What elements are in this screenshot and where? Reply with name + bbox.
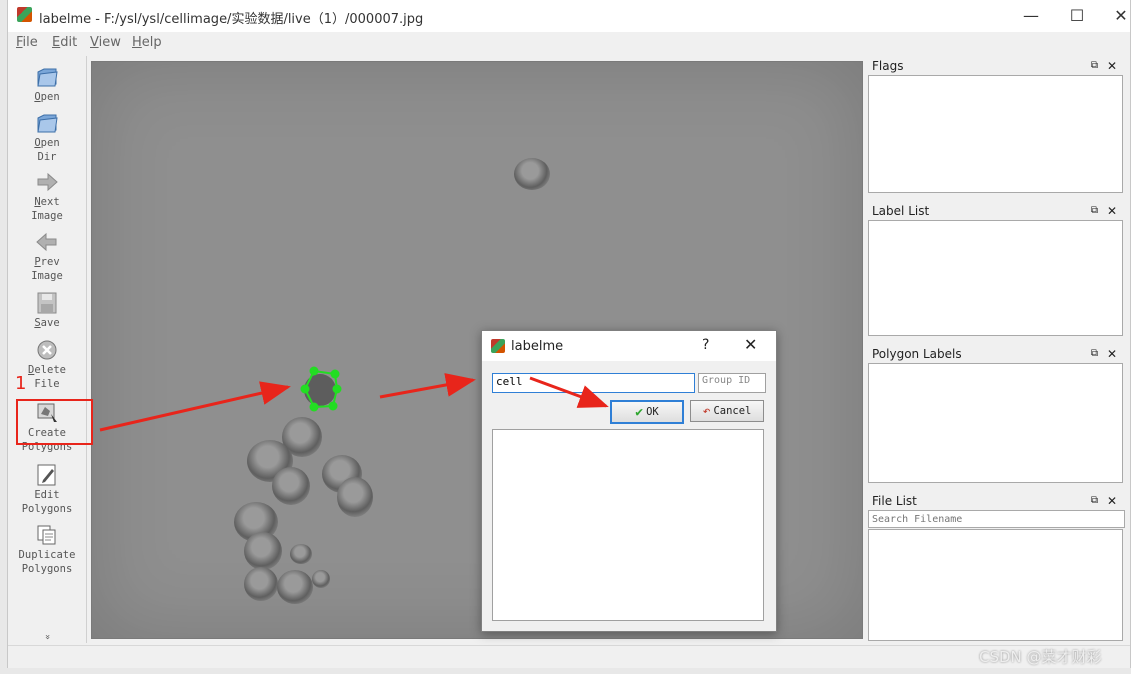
window-title: labelme - F:/ysl/ysl/cellimage/实验数据/live… [39,12,424,27]
file-list-dock: File List ⧉ ✕ [868,492,1125,644]
float-icon[interactable]: ⧉ [1091,345,1098,363]
polygon-vertex[interactable] [332,384,342,394]
polygon-labels-dock: Polygon Labels ⧉ ✕ [868,345,1123,485]
flags-label: Flags [872,59,904,73]
dialog-close-button[interactable]: ✕ [744,335,757,354]
prev-image-button[interactable]: Prev Image [8,231,86,283]
cancel-label: Cancel [713,405,752,417]
open-button[interactable]: Open [8,66,86,104]
close-button[interactable]: ✕ [1098,0,1131,30]
minimize-button[interactable]: — [1008,0,1054,30]
watermark: CSDN @菜才财彩 [979,648,1102,666]
dialog-title-bar: labelme ? ✕ [482,331,776,361]
status-bar [8,645,1130,668]
help-button[interactable]: ? [702,337,709,353]
polygon-labels-list[interactable] [868,363,1123,483]
file-list-label: File List [872,494,917,508]
duplicate-polygons-button[interactable]: Duplicate Polygons [8,524,86,576]
title-bar: labelme - F:/ysl/ysl/cellimage/实验数据/live… [8,0,1130,32]
menu-view[interactable]: View [90,35,121,50]
duplicate-polygons-label: Duplicate Polygons [18,549,76,575]
flags-list[interactable] [868,75,1123,193]
folder-open-icon [37,68,58,87]
edit-icon [37,464,56,486]
menu-file[interactable]: File [16,35,38,50]
menu-help[interactable]: Help [132,35,162,50]
left-toolbar: Open Open Dir Next Image Prev Image Save… [8,56,87,643]
close-icon[interactable]: ✕ [1107,345,1117,363]
next-image-button[interactable]: Next Image [8,171,86,223]
polygon-vertex[interactable] [309,366,319,376]
flags-title: Flags ⧉ ✕ [868,57,1123,75]
labelme-app-icon [17,7,32,22]
menu-bar: File Edit View Help [8,32,1130,54]
file-list-title: File List ⧉ ✕ [868,492,1123,510]
close-icon[interactable]: ✕ [1107,57,1117,75]
maximize-button[interactable]: ☐ [1054,0,1100,30]
check-icon: ✔ [635,404,644,420]
open-dir-button[interactable]: Open Dir [8,112,86,164]
polygon-vertex[interactable] [300,384,310,394]
label-list[interactable] [868,220,1123,336]
copy-icon [37,525,56,545]
cancel-button[interactable]: ↶ Cancel [690,400,764,422]
polygon-labels-title: Polygon Labels ⧉ ✕ [868,345,1123,363]
save-icon [37,292,57,314]
dialog-title: labelme [511,339,564,354]
open-label: Open [34,91,60,103]
file-list[interactable] [868,529,1123,641]
save-label: Save [34,317,60,329]
search-filename-input[interactable] [868,510,1125,528]
edit-polygons-button[interactable]: Edit Polygons [8,464,86,516]
flags-dock: Flags ⧉ ✕ [868,57,1123,195]
labelme-app-icon [491,339,505,353]
next-image-label: Next Image [31,196,63,222]
ok-button[interactable]: ✔ OK [610,400,684,424]
float-icon[interactable]: ⧉ [1091,492,1098,510]
polygon-labels-label: Polygon Labels [872,347,962,361]
close-icon[interactable]: ✕ [1107,492,1117,510]
label-list-label: Label List [872,204,930,218]
float-icon[interactable]: ⧉ [1091,202,1098,220]
arrow-left-icon [36,232,57,252]
polygon-vertex[interactable] [309,402,319,412]
ok-label: OK [646,406,659,418]
folder-open-icon [37,114,58,133]
open-dir-label: Open Dir [34,137,60,163]
polygon-vertex[interactable] [328,401,338,411]
label-list-dock: Label List ⧉ ✕ [868,202,1123,338]
toolbar-expand-button[interactable]: » [40,632,54,642]
edit-polygons-label: Edit Polygons [21,489,73,515]
delete-circle-icon [37,340,57,360]
step-number: 1 [15,373,27,394]
float-icon[interactable]: ⧉ [1091,57,1098,75]
highlight-box [16,399,93,445]
close-icon[interactable]: ✕ [1107,202,1117,220]
label-input[interactable]: cell [492,373,695,393]
prev-image-label: Prev Image [31,256,63,282]
save-button[interactable]: Save [8,292,86,330]
label-history-list[interactable] [492,429,764,621]
label-list-title: Label List ⧉ ✕ [868,202,1123,220]
undo-icon: ↶ [702,403,711,419]
group-id-input[interactable]: Group ID [698,373,766,393]
label-dialog: labelme ? ✕ cell Group ID ✔ OK ↶ Cancel [481,330,777,632]
polygon-vertex[interactable] [330,369,340,379]
arrow-right-icon [37,172,58,192]
menu-edit[interactable]: Edit [52,35,77,50]
